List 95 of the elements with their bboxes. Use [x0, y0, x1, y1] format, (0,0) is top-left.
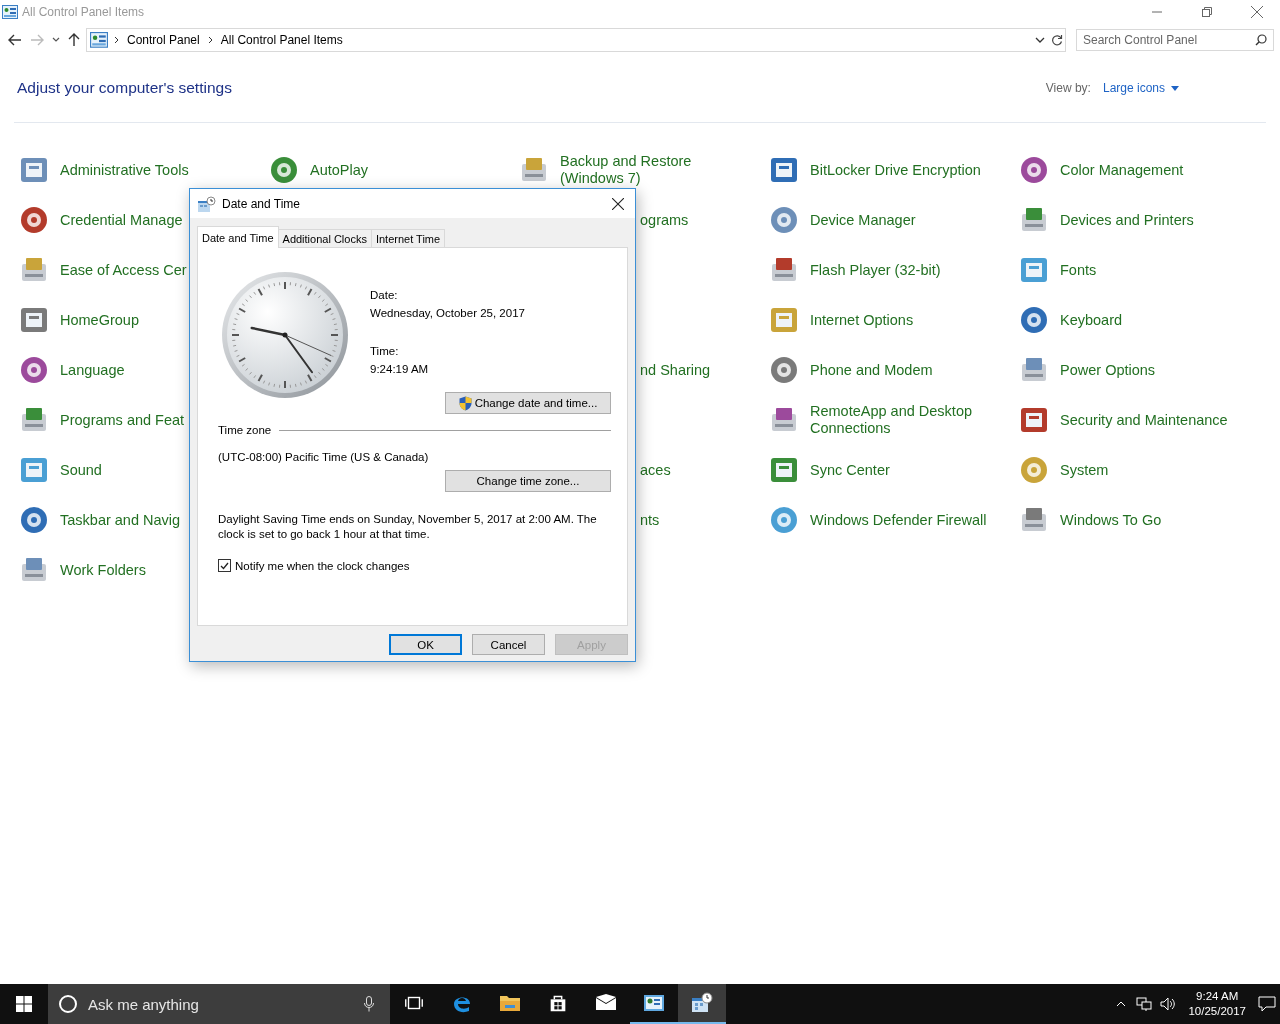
applet-icon [18, 204, 50, 236]
applet-link[interactable]: HomeGroup [60, 311, 139, 329]
applet-link[interactable]: Devices and Printers [1060, 211, 1194, 229]
search-icon [1255, 34, 1267, 46]
taskbar-app-button[interactable] [678, 984, 726, 1024]
view-mode-dropdown[interactable]: Large icons [1102, 81, 1179, 95]
applet-link[interactable]: Color Management [1060, 161, 1184, 179]
applet-link[interactable]: Phone and Modem [810, 361, 933, 379]
applet-link[interactable]: aces [640, 461, 671, 479]
circle-icon [58, 994, 78, 1014]
applet-icon [18, 504, 50, 536]
windows-logo-icon [16, 996, 32, 1012]
applet-link[interactable]: nd Sharing [640, 361, 711, 379]
close-icon [612, 197, 624, 210]
dialog-button[interactable]: Cancel [472, 634, 545, 655]
window-title: All Control Panel Items [22, 5, 145, 19]
notify-checkbox[interactable]: Notify me when the clock changes [218, 559, 410, 572]
caret-up-icon [1116, 1001, 1127, 1007]
back-arrow-icon [8, 34, 22, 46]
applet-link[interactable]: AutoPlay [310, 161, 369, 179]
applet-link[interactable]: Programs and Feat [60, 411, 185, 429]
dst-note: Daylight Saving Time ends on Sunday, November 5, 2017 at 2:00 AM. The clock is set to go back 1 hour at that time. [218, 512, 598, 542]
applet-link[interactable]: Sync Center [810, 461, 890, 479]
volume-icon[interactable] [1160, 997, 1177, 1011]
close-icon [1251, 6, 1263, 18]
applet-link[interactable]: Backup and Restore (Windows 7) [560, 153, 750, 187]
dialog-title: Date and Time [222, 196, 301, 211]
applet-icon [268, 154, 300, 186]
tab[interactable]: Date and Time [197, 226, 279, 248]
restore-icon [1202, 7, 1212, 17]
applet-link[interactable]: Work Folders [60, 561, 146, 579]
caret-icon [1171, 85, 1179, 91]
calendar-clock-icon [690, 991, 714, 1015]
checkmark-icon [220, 561, 229, 570]
applet-icon [768, 504, 800, 536]
applet-icon [768, 354, 800, 386]
breadcrumb-link[interactable]: All Control Panel Items [218, 33, 345, 47]
applet-link[interactable]: Fonts [1060, 261, 1097, 279]
applet-link[interactable]: ograms [640, 211, 689, 229]
up-button[interactable] [66, 31, 82, 49]
applet-link[interactable]: Ease of Access Cer [60, 261, 187, 279]
chevron-icon [114, 36, 119, 44]
applet-link[interactable]: System [1060, 461, 1109, 479]
microphone-icon [364, 996, 374, 1012]
search-field[interactable]: Search Control Panel [1076, 29, 1274, 51]
applet-icon [768, 204, 800, 236]
applet-icon [1018, 304, 1050, 336]
shield-icon [458, 395, 472, 411]
view-by-label: View by: [1045, 81, 1091, 95]
applet-link[interactable]: Power Options [1060, 361, 1156, 379]
applet-link[interactable]: Security and Maintenance [1060, 411, 1228, 429]
applet-link[interactable]: Administrative Tools [60, 161, 189, 179]
applet-icon [18, 354, 50, 386]
notification-icon[interactable] [1258, 996, 1276, 1012]
applet-link[interactable]: Device Manager [810, 211, 916, 229]
applet-link[interactable]: Windows Defender Firewall [810, 511, 987, 529]
applet-link[interactable]: Internet Options [810, 311, 914, 329]
applet-link[interactable]: RemoteApp and Desktop Connections [810, 403, 1000, 437]
time-label: Time: [370, 344, 400, 359]
control-panel-icon [2, 5, 18, 19]
calendar-clock-icon [198, 195, 216, 212]
caret-icon [52, 37, 60, 43]
section-heading: Time zone [218, 424, 272, 436]
up-arrow-icon [68, 33, 80, 47]
applet-link[interactable]: Credential Manage [60, 211, 183, 229]
taskbar-clock[interactable]: 9:24 AM 10/25/2017 [1184, 989, 1250, 1019]
applet-link[interactable]: Windows To Go [1060, 511, 1162, 529]
address-bar[interactable]: Control Panel All Control Panel Items [86, 28, 1066, 52]
network-icon[interactable] [1136, 997, 1153, 1011]
date-value: Wednesday, October 25, 2017 [370, 306, 525, 321]
refresh-icon[interactable] [1051, 34, 1063, 46]
page-heading: Adjust your computer's settings [17, 79, 232, 97]
dialog-button[interactable]: OK [389, 634, 462, 655]
breadcrumb-link[interactable]: Control Panel [125, 33, 202, 47]
taskbar-search-field[interactable]: Ask me anything [48, 984, 390, 1024]
applet-icon [1018, 154, 1050, 186]
timezone-value: (UTC-08:00) Pacific Time (US & Canada) [218, 451, 430, 463]
applet-link[interactable]: Language [60, 361, 125, 379]
change-timezone-button[interactable]: Change time zone... [445, 470, 611, 492]
applet-link[interactable]: Flash Player (32-bit) [810, 261, 941, 279]
control-panel-icon [90, 32, 108, 48]
chevron-icon [207, 36, 213, 44]
applet-link[interactable]: BitLocker Drive Encryption [810, 161, 981, 179]
applet-link[interactable]: Sound [60, 461, 102, 479]
applet-link[interactable]: nts [640, 511, 660, 529]
forward-arrow-icon [30, 34, 44, 46]
change-date-time-button[interactable]: Change date and time... [445, 392, 611, 414]
applet-icon [1018, 454, 1050, 486]
back-button[interactable] [6, 32, 24, 48]
date-label: Date: [370, 288, 399, 303]
time-value: 9:24:19 AM [370, 362, 430, 377]
tab[interactable]: Internet Time [370, 229, 446, 247]
applet-link[interactable]: Keyboard [1060, 311, 1123, 329]
applet-link[interactable]: Taskbar and Navig [60, 511, 181, 529]
caret-icon[interactable] [1035, 36, 1045, 44]
